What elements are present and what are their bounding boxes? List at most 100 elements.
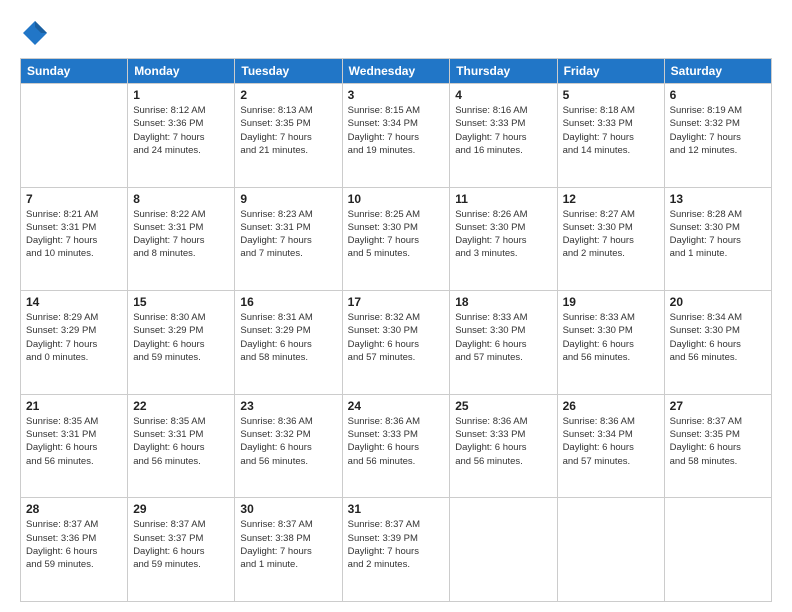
- day-info: Sunrise: 8:25 AMSunset: 3:30 PMDaylight:…: [348, 208, 445, 261]
- day-number: 30: [240, 502, 336, 516]
- col-tuesday: Tuesday: [235, 59, 342, 84]
- day-number: 18: [455, 295, 551, 309]
- col-friday: Friday: [557, 59, 664, 84]
- calendar-cell: 19 Sunrise: 8:33 AMSunset: 3:30 PMDayligh…: [557, 291, 664, 395]
- day-number: 16: [240, 295, 336, 309]
- calendar-cell: 18 Sunrise: 8:33 AMSunset: 3:30 PMDayligh…: [450, 291, 557, 395]
- calendar-cell: 15 Sunrise: 8:30 AMSunset: 3:29 PMDayligh…: [128, 291, 235, 395]
- calendar-table: Sunday Monday Tuesday Wednesday Thursday…: [20, 58, 772, 602]
- week-row: 1Sunrise: 8:12 AMSunset: 3:36 PMDaylight…: [21, 84, 772, 188]
- calendar-cell: 8 Sunrise: 8:22 AMSunset: 3:31 PMDaylight…: [128, 187, 235, 291]
- day-info: Sunrise: 8:37 AMSunset: 3:35 PMDaylight:…: [670, 415, 766, 468]
- day-info: Sunrise: 8:31 AMSunset: 3:29 PMDaylight:…: [240, 311, 336, 364]
- calendar-cell: 26 Sunrise: 8:36 AMSunset: 3:34 PMDayligh…: [557, 394, 664, 498]
- week-row: 28 Sunrise: 8:37 AMSunset: 3:36 PMDayligh…: [21, 498, 772, 602]
- day-info: Sunrise: 8:35 AMSunset: 3:31 PMDaylight:…: [133, 415, 229, 468]
- day-number: 15: [133, 295, 229, 309]
- calendar-cell: 23Sunrise: 8:36 AMSunset: 3:32 PMDayligh…: [235, 394, 342, 498]
- day-info: Sunrise: 8:37 AMSunset: 3:36 PMDaylight:…: [26, 518, 122, 571]
- calendar-cell: 4 Sunrise: 8:16 AMSunset: 3:33 PMDaylight…: [450, 84, 557, 188]
- calendar-cell: 11Sunrise: 8:26 AMSunset: 3:30 PMDayligh…: [450, 187, 557, 291]
- day-info: Sunrise: 8:33 AMSunset: 3:30 PMDaylight:…: [563, 311, 659, 364]
- calendar-cell: 14 Sunrise: 8:29 AMSunset: 3:29 PMDayligh…: [21, 291, 128, 395]
- day-number: 20: [670, 295, 766, 309]
- week-row: 14 Sunrise: 8:29 AMSunset: 3:29 PMDayligh…: [21, 291, 772, 395]
- calendar-header-row: Sunday Monday Tuesday Wednesday Thursday…: [21, 59, 772, 84]
- day-number: 3: [348, 88, 445, 102]
- calendar-cell: 6 Sunrise: 8:19 AMSunset: 3:32 PMDaylight…: [664, 84, 771, 188]
- calendar-cell: 21Sunrise: 8:35 AMSunset: 3:31 PMDayligh…: [21, 394, 128, 498]
- calendar-cell: 27 Sunrise: 8:37 AMSunset: 3:35 PMDayligh…: [664, 394, 771, 498]
- calendar-cell: 30 Sunrise: 8:37 AMSunset: 3:38 PMDayligh…: [235, 498, 342, 602]
- calendar-cell: 3Sunrise: 8:15 AMSunset: 3:34 PMDaylight…: [342, 84, 450, 188]
- day-number: 26: [563, 399, 659, 413]
- day-number: 25: [455, 399, 551, 413]
- calendar-cell: 22 Sunrise: 8:35 AMSunset: 3:31 PMDayligh…: [128, 394, 235, 498]
- week-row: 7 Sunrise: 8:21 AMSunset: 3:31 PMDaylight…: [21, 187, 772, 291]
- col-sunday: Sunday: [21, 59, 128, 84]
- day-info: Sunrise: 8:34 AMSunset: 3:30 PMDaylight:…: [670, 311, 766, 364]
- day-info: Sunrise: 8:21 AMSunset: 3:31 PMDaylight:…: [26, 208, 122, 261]
- calendar-cell: 25 Sunrise: 8:36 AMSunset: 3:33 PMDayligh…: [450, 394, 557, 498]
- day-info: Sunrise: 8:13 AMSunset: 3:35 PMDaylight:…: [240, 104, 336, 157]
- day-info: Sunrise: 8:32 AMSunset: 3:30 PMDaylight:…: [348, 311, 445, 364]
- day-number: 17: [348, 295, 445, 309]
- day-number: 22: [133, 399, 229, 413]
- day-info: Sunrise: 8:36 AMSunset: 3:33 PMDaylight:…: [348, 415, 445, 468]
- day-info: Sunrise: 8:27 AMSunset: 3:30 PMDaylight:…: [563, 208, 659, 261]
- day-info: Sunrise: 8:23 AMSunset: 3:31 PMDaylight:…: [240, 208, 336, 261]
- calendar-cell: [557, 498, 664, 602]
- day-number: 6: [670, 88, 766, 102]
- day-number: 5: [563, 88, 659, 102]
- day-number: 8: [133, 192, 229, 206]
- day-number: 27: [670, 399, 766, 413]
- calendar-cell: [450, 498, 557, 602]
- day-number: 19: [563, 295, 659, 309]
- calendar-cell: 5 Sunrise: 8:18 AMSunset: 3:33 PMDaylight…: [557, 84, 664, 188]
- day-number: 11: [455, 192, 551, 206]
- calendar-cell: 28 Sunrise: 8:37 AMSunset: 3:36 PMDayligh…: [21, 498, 128, 602]
- day-info: Sunrise: 8:19 AMSunset: 3:32 PMDaylight:…: [670, 104, 766, 157]
- calendar-cell: [21, 84, 128, 188]
- calendar-cell: 16 Sunrise: 8:31 AMSunset: 3:29 PMDayligh…: [235, 291, 342, 395]
- day-info: Sunrise: 8:36 AMSunset: 3:33 PMDaylight:…: [455, 415, 551, 468]
- col-wednesday: Wednesday: [342, 59, 450, 84]
- day-info: Sunrise: 8:37 AMSunset: 3:38 PMDaylight:…: [240, 518, 336, 571]
- day-number: 4: [455, 88, 551, 102]
- day-number: 29: [133, 502, 229, 516]
- day-number: 9: [240, 192, 336, 206]
- day-number: 13: [670, 192, 766, 206]
- calendar-cell: 24 Sunrise: 8:36 AMSunset: 3:33 PMDayligh…: [342, 394, 450, 498]
- calendar-cell: [664, 498, 771, 602]
- day-info: Sunrise: 8:37 AMSunset: 3:39 PMDaylight:…: [348, 518, 445, 571]
- calendar-cell: 9 Sunrise: 8:23 AMSunset: 3:31 PMDaylight…: [235, 187, 342, 291]
- day-info: Sunrise: 8:36 AMSunset: 3:34 PMDaylight:…: [563, 415, 659, 468]
- calendar-cell: 1Sunrise: 8:12 AMSunset: 3:36 PMDaylight…: [128, 84, 235, 188]
- calendar-cell: 12Sunrise: 8:27 AMSunset: 3:30 PMDayligh…: [557, 187, 664, 291]
- col-saturday: Saturday: [664, 59, 771, 84]
- week-row: 21Sunrise: 8:35 AMSunset: 3:31 PMDayligh…: [21, 394, 772, 498]
- day-info: Sunrise: 8:22 AMSunset: 3:31 PMDaylight:…: [133, 208, 229, 261]
- day-info: Sunrise: 8:33 AMSunset: 3:30 PMDaylight:…: [455, 311, 551, 364]
- calendar-cell: 2 Sunrise: 8:13 AMSunset: 3:35 PMDaylight…: [235, 84, 342, 188]
- day-number: 14: [26, 295, 122, 309]
- day-number: 7: [26, 192, 122, 206]
- day-number: 31: [348, 502, 445, 516]
- day-info: Sunrise: 8:16 AMSunset: 3:33 PMDaylight:…: [455, 104, 551, 157]
- day-number: 2: [240, 88, 336, 102]
- day-info: Sunrise: 8:18 AMSunset: 3:33 PMDaylight:…: [563, 104, 659, 157]
- day-info: Sunrise: 8:37 AMSunset: 3:37 PMDaylight:…: [133, 518, 229, 571]
- calendar-cell: 29 Sunrise: 8:37 AMSunset: 3:37 PMDayligh…: [128, 498, 235, 602]
- col-thursday: Thursday: [450, 59, 557, 84]
- day-number: 28: [26, 502, 122, 516]
- page-header: [20, 18, 772, 48]
- col-monday: Monday: [128, 59, 235, 84]
- day-number: 10: [348, 192, 445, 206]
- day-number: 24: [348, 399, 445, 413]
- calendar-cell: 17 Sunrise: 8:32 AMSunset: 3:30 PMDayligh…: [342, 291, 450, 395]
- day-info: Sunrise: 8:28 AMSunset: 3:30 PMDaylight:…: [670, 208, 766, 261]
- day-info: Sunrise: 8:29 AMSunset: 3:29 PMDaylight:…: [26, 311, 122, 364]
- day-number: 1: [133, 88, 229, 102]
- calendar-cell: 13 Sunrise: 8:28 AMSunset: 3:30 PMDayligh…: [664, 187, 771, 291]
- day-info: Sunrise: 8:30 AMSunset: 3:29 PMDaylight:…: [133, 311, 229, 364]
